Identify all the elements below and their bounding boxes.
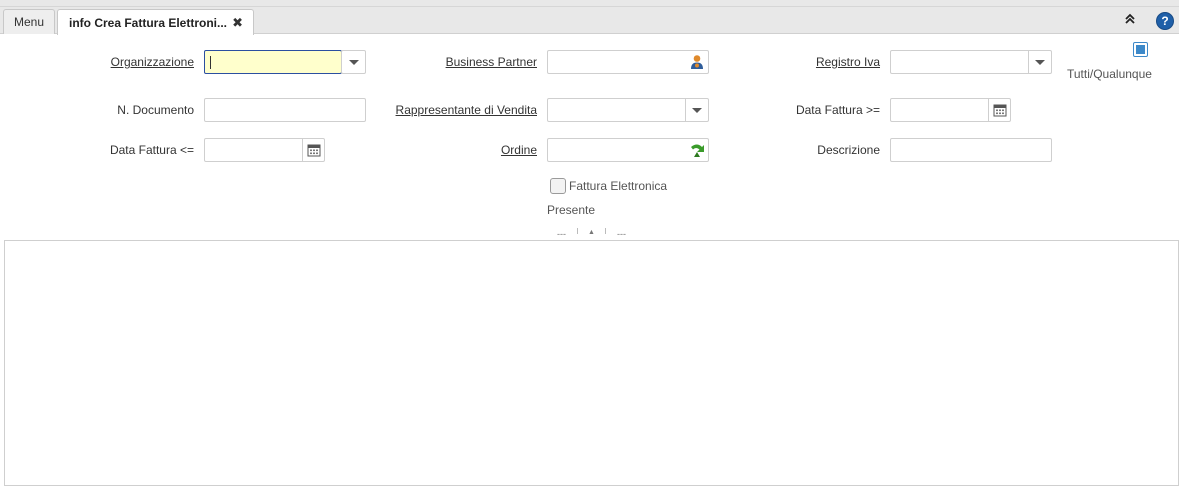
- presente-label: Presente: [547, 203, 596, 217]
- ordine-label[interactable]: Ordine: [501, 143, 537, 157]
- tab-active-label: info Crea Fattura Elettroni...: [69, 15, 228, 30]
- tab-menu-label: Menu: [13, 15, 45, 29]
- results-grid[interactable]: [4, 240, 1179, 486]
- close-icon[interactable]: ✖: [232, 15, 243, 31]
- person-icon[interactable]: [689, 54, 705, 70]
- business-partner-input[interactable]: [547, 50, 709, 74]
- business-partner-label[interactable]: Business Partner: [446, 55, 537, 69]
- calendar-icon[interactable]: [302, 139, 324, 161]
- collapse-icon[interactable]: [1123, 12, 1137, 26]
- registro-iva-select[interactable]: [890, 50, 1052, 74]
- organizzazione-input[interactable]: [204, 50, 342, 74]
- chevron-down-icon[interactable]: [1028, 51, 1051, 73]
- splitter-divider: [577, 228, 578, 234]
- tutti-qualunque-checkbox[interactable]: [1133, 42, 1148, 57]
- tab-menu[interactable]: Menu: [3, 9, 55, 34]
- rappresentante-label[interactable]: Rappresentante di Vendita: [396, 103, 537, 117]
- chevron-down-icon: [342, 51, 365, 73]
- data-fattura-da-label: Data Fattura >=: [795, 103, 880, 117]
- fattura-elettronica-checkbox[interactable]: [550, 178, 566, 194]
- organizzazione-dropdown-button[interactable]: [341, 50, 366, 74]
- tab-bar: Menu info Crea Fattura Elettroni... ✖ ?: [0, 0, 1179, 35]
- top-divider: [0, 6, 1179, 7]
- data-fattura-da-input[interactable]: [890, 98, 1011, 122]
- n-documento-label: N. Documento: [117, 103, 194, 117]
- rappresentante-select[interactable]: [547, 98, 709, 122]
- splitter-divider: [605, 228, 606, 234]
- calendar-icon[interactable]: [988, 99, 1010, 121]
- text-caret: [210, 56, 211, 69]
- help-icon[interactable]: ?: [1156, 12, 1174, 30]
- organizzazione-label[interactable]: Organizzazione: [111, 55, 194, 69]
- ordine-input[interactable]: [547, 138, 709, 162]
- descrizione-label: Descrizione: [817, 143, 880, 157]
- collapse-arrow-icon[interactable]: ▲: [588, 229, 595, 236]
- tutti-qualunque-label: Tutti/Qualunque: [1067, 67, 1152, 81]
- data-fattura-a-input[interactable]: [204, 138, 325, 162]
- data-fattura-a-label: Data Fattura <=: [109, 143, 194, 157]
- green-arrow-icon[interactable]: [688, 141, 706, 159]
- registro-iva-label[interactable]: Registro Iva: [816, 55, 880, 69]
- splitter-right-handle[interactable]: ---: [617, 229, 626, 239]
- n-documento-input[interactable]: [204, 98, 366, 122]
- chevron-down-icon[interactable]: [685, 99, 708, 121]
- splitter-left-handle[interactable]: ---: [557, 229, 566, 239]
- fattura-elettronica-label: Fattura Elettronica: [569, 179, 668, 193]
- tab-info-crea-fattura[interactable]: info Crea Fattura Elettroni... ✖: [57, 9, 254, 35]
- descrizione-input[interactable]: [890, 138, 1052, 162]
- help-glyph: ?: [1161, 14, 1169, 28]
